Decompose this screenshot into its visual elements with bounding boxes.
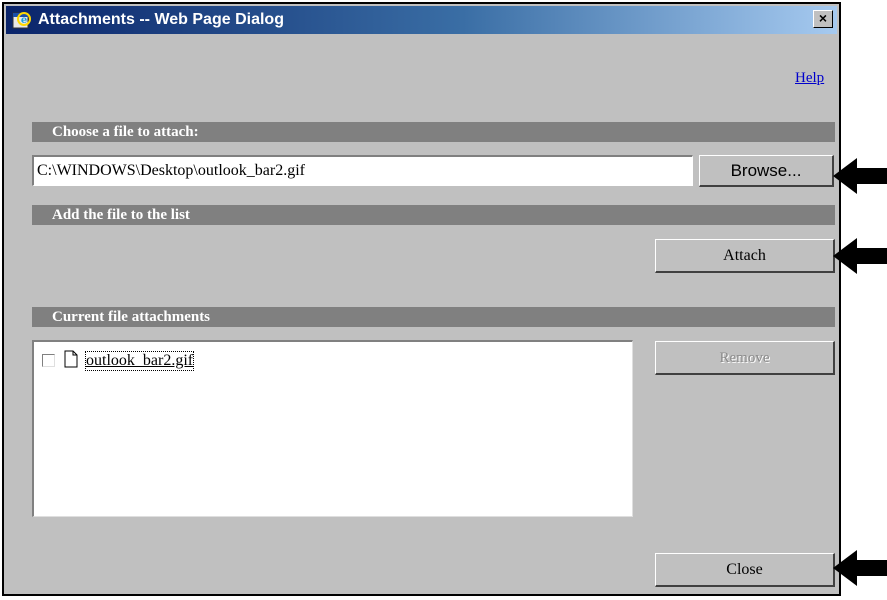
- section-header-add: Add the file to the list: [32, 205, 835, 225]
- document-icon: [64, 350, 78, 368]
- attachment-file-link[interactable]: outlook_bar2.gif: [84, 351, 195, 371]
- arrow-left-icon: [833, 550, 887, 586]
- attach-button[interactable]: Attach: [655, 239, 835, 273]
- file-path-input[interactable]: [32, 155, 693, 186]
- section-header-current: Current file attachments: [32, 307, 835, 327]
- browse-button[interactable]: Browse...: [699, 155, 834, 187]
- title-bar[interactable]: e Attachments -- Web Page Dialog ×: [6, 6, 837, 34]
- ie-dialog-icon: e: [12, 12, 31, 29]
- arrow-left-icon: [833, 158, 887, 194]
- remove-button[interactable]: Remove: [655, 341, 835, 375]
- help-link[interactable]: Help: [795, 70, 824, 87]
- window-title: Attachments -- Web Page Dialog: [38, 11, 284, 28]
- arrow-left-icon: [833, 238, 887, 274]
- close-icon: ×: [818, 10, 828, 26]
- attachment-checkbox[interactable]: [42, 354, 55, 367]
- attachments-list[interactable]: outlook_bar2.gif: [32, 340, 633, 517]
- svg-text:e: e: [21, 15, 27, 26]
- window-close-button[interactable]: ×: [813, 10, 833, 28]
- section-header-choose: Choose a file to attach:: [32, 122, 835, 142]
- close-button[interactable]: Close: [655, 553, 835, 587]
- attachments-dialog: e Attachments -- Web Page Dialog × Help …: [2, 2, 841, 596]
